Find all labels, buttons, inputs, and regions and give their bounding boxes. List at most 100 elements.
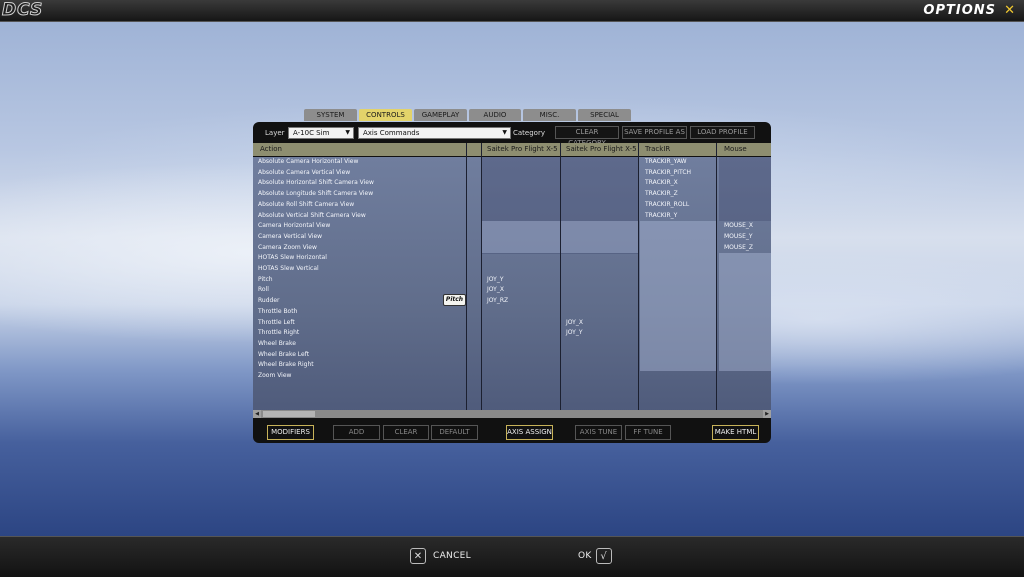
cell-joy1[interactable] [482, 232, 487, 243]
cell-joy2[interactable] [561, 232, 566, 243]
table-row[interactable]: Rudder JOY_RZ [253, 296, 771, 307]
tab-gameplay[interactable]: GAMEPLAY [414, 109, 467, 121]
cell-joy2[interactable]: JOY_Y [561, 328, 583, 339]
cell-action[interactable]: Absolute Vertical Shift Camera View [253, 211, 366, 222]
cell-trackir[interactable] [640, 253, 645, 264]
cell-action[interactable]: Absolute Camera Vertical View [253, 168, 350, 179]
ff-tune-button[interactable]: FF TUNE [625, 425, 671, 440]
table-row[interactable]: Wheel Brake Left [253, 350, 771, 361]
table-row[interactable]: Wheel Brake [253, 339, 771, 350]
cell-joy1[interactable]: JOY_Y [482, 275, 504, 286]
cell-trackir[interactable] [640, 328, 645, 339]
clear-button[interactable]: CLEAR [383, 425, 429, 440]
cancel-button[interactable]: ✕ CANCEL [410, 546, 471, 566]
cell-joy1[interactable] [482, 189, 487, 200]
cell-mouse[interactable] [719, 168, 724, 179]
cell-trackir[interactable] [640, 296, 645, 307]
table-row[interactable]: Wheel Brake Right [253, 360, 771, 371]
cell-action[interactable]: Camera Vertical View [253, 232, 322, 243]
cell-action[interactable]: Throttle Right [253, 328, 299, 339]
cell-mouse[interactable] [719, 350, 724, 361]
cell-joy2[interactable] [561, 350, 566, 361]
table-row[interactable]: Absolute Longitude Shift Camera View TRAC… [253, 189, 771, 200]
cell-trackir[interactable] [640, 350, 645, 361]
cell-joy1[interactable] [482, 221, 487, 232]
cell-joy2[interactable] [561, 243, 566, 254]
ok-button[interactable]: OK √ [578, 546, 612, 566]
cell-action[interactable]: Camera Horizontal View [253, 221, 330, 232]
tab-special[interactable]: SPECIAL [578, 109, 631, 121]
cell-mouse[interactable] [719, 189, 724, 200]
cell-joy2[interactable] [561, 339, 566, 350]
cell-trackir[interactable]: TRACKIR_X [640, 178, 678, 189]
cell-mouse[interactable]: MOUSE_Z [719, 243, 753, 254]
cell-trackir[interactable]: TRACKIR_Y [640, 211, 677, 222]
table-row[interactable]: Camera Vertical View MOUSE_Y [253, 232, 771, 243]
cell-trackir[interactable] [640, 360, 645, 371]
cell-trackir[interactable] [640, 275, 645, 286]
cell-action[interactable]: Absolute Horizontal Shift Camera View [253, 178, 374, 189]
cell-mouse[interactable] [719, 339, 724, 350]
tab-audio[interactable]: AUDIO [469, 109, 521, 121]
table-row[interactable]: Zoom View [253, 371, 771, 382]
cell-joy2[interactable] [561, 200, 566, 211]
cell-mouse[interactable] [719, 318, 724, 329]
scroll-right-icon[interactable]: ▶ [763, 410, 771, 418]
table-row[interactable]: Camera Horizontal View MOUSE_X [253, 221, 771, 232]
default-button[interactable]: DEFAULT [431, 425, 478, 440]
cell-mouse[interactable] [719, 200, 724, 211]
cell-joy1[interactable] [482, 264, 487, 275]
cell-trackir[interactable] [640, 232, 645, 243]
cell-joy1[interactable] [482, 371, 487, 382]
tab-system[interactable]: SYSTEM [304, 109, 357, 121]
cell-trackir[interactable]: TRACKIR_Z [640, 189, 678, 200]
cell-joy2[interactable] [561, 264, 566, 275]
cell-action[interactable]: HOTAS Slew Horizontal [253, 253, 327, 264]
save-profile-as-button[interactable]: SAVE PROFILE AS [622, 126, 687, 139]
cell-joy1[interactable] [482, 157, 487, 168]
cell-joy2[interactable] [561, 371, 566, 382]
cell-action[interactable]: Zoom View [253, 371, 291, 382]
cell-trackir[interactable] [640, 307, 645, 318]
column-header-throttle[interactable]: Saitek Pro Flight X-5 [561, 143, 639, 156]
cell-joy1[interactable] [482, 168, 487, 179]
cell-joy1[interactable] [482, 253, 487, 264]
cell-trackir[interactable]: TRACKIR_PITCH [640, 168, 691, 179]
cell-mouse[interactable] [719, 328, 724, 339]
cell-mouse[interactable] [719, 211, 724, 222]
cell-mouse[interactable] [719, 275, 724, 286]
cell-joy1[interactable]: JOY_RZ [482, 296, 508, 307]
cell-joy2[interactable] [561, 168, 566, 179]
table-row[interactable]: Absolute Roll Shift Camera View TRACKIR_R… [253, 200, 771, 211]
cell-mouse[interactable] [719, 157, 724, 168]
table-row[interactable]: Camera Zoom View MOUSE_Z [253, 243, 771, 254]
cell-joy1[interactable] [482, 328, 487, 339]
cell-trackir[interactable] [640, 243, 645, 254]
cell-trackir[interactable]: TRACKIR_ROLL [640, 200, 689, 211]
table-row[interactable]: Pitch JOY_Y [253, 275, 771, 286]
cell-action[interactable]: Wheel Brake [253, 339, 296, 350]
cell-mouse[interactable] [719, 307, 724, 318]
cell-joy2[interactable] [561, 360, 566, 371]
cell-joy2[interactable] [561, 275, 566, 286]
cell-action[interactable]: Absolute Camera Horizontal View [253, 157, 358, 168]
add-button[interactable]: ADD [333, 425, 380, 440]
cell-joy2[interactable] [561, 157, 566, 168]
cell-trackir[interactable] [640, 285, 645, 296]
cell-joy1[interactable]: JOY_X [482, 285, 504, 296]
cell-mouse[interactable] [719, 253, 724, 264]
cell-joy1[interactable] [482, 211, 487, 222]
column-header-trackir[interactable]: TrackIR [640, 143, 716, 156]
cell-mouse[interactable] [719, 296, 724, 307]
layer-dropdown[interactable]: A-10C Sim ▼ [288, 127, 354, 139]
table-row[interactable]: Throttle Both [253, 307, 771, 318]
cell-trackir[interactable] [640, 339, 645, 350]
column-header-action[interactable]: Action [255, 143, 465, 156]
table-row[interactable]: HOTAS Slew Vertical [253, 264, 771, 275]
table-row[interactable]: Roll JOY_X [253, 285, 771, 296]
cell-joy2[interactable] [561, 221, 566, 232]
load-profile-button[interactable]: LOAD PROFILE [690, 126, 755, 139]
table-row[interactable]: HOTAS Slew Horizontal [253, 253, 771, 264]
cell-mouse[interactable] [719, 371, 724, 382]
cell-joy2[interactable] [561, 285, 566, 296]
